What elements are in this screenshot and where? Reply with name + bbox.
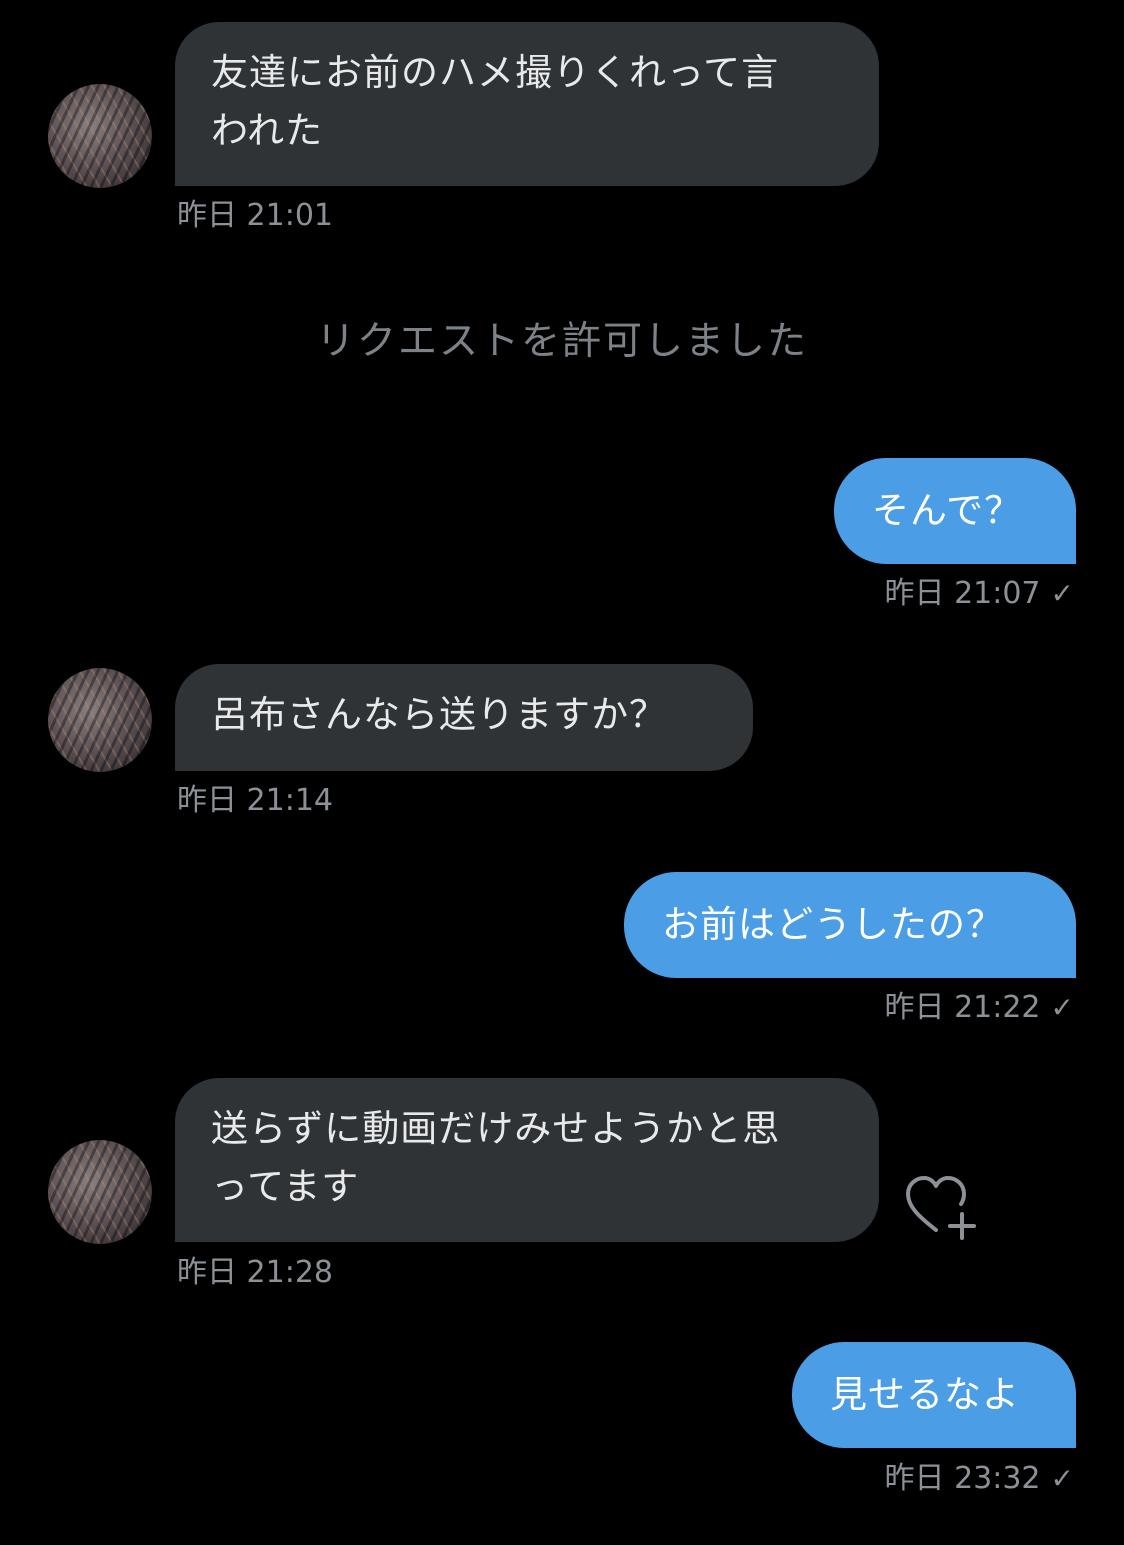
checkmark-icon: ✓ — [1050, 1462, 1074, 1495]
avatar[interactable] — [48, 1140, 152, 1244]
message-meta: 昨日 21:07 ✓ — [885, 576, 1074, 612]
message-timestamp: 昨日 21:01 — [177, 198, 333, 233]
outgoing-message-bubble[interactable]: お前はどうしたの？ — [624, 872, 1076, 978]
avatar[interactable] — [48, 84, 152, 188]
incoming-message-bubble[interactable]: 送らずに動画だけみせようかと思 ってます — [175, 1078, 879, 1242]
incoming-message-bubble[interactable]: 友達にお前のハメ撮りくれって言 われた — [175, 22, 879, 186]
heart-plus-icon[interactable] — [900, 1172, 980, 1242]
message-timestamp: 昨日 21:22 — [884, 990, 1041, 1025]
checkmark-icon: ✓ — [1050, 991, 1074, 1024]
avatar[interactable] — [48, 668, 152, 772]
message-timestamp: 昨日 23:32 — [884, 1461, 1041, 1496]
message-meta: 昨日 23:32 ✓ — [885, 1461, 1074, 1497]
outgoing-message-bubble[interactable]: そんで？ — [834, 458, 1076, 564]
system-notice: リクエストを許可しました — [315, 319, 808, 364]
outgoing-message-bubble[interactable]: 見せるなよ — [792, 1342, 1076, 1448]
checkmark-icon: ✓ — [1050, 577, 1074, 610]
message-timestamp: 昨日 21:14 — [177, 783, 333, 818]
incoming-message-bubble[interactable]: 呂布さんなら送りますか？ — [175, 664, 753, 771]
message-meta: 昨日 21:22 ✓ — [885, 990, 1074, 1026]
message-timestamp: 昨日 21:07 — [884, 576, 1041, 611]
message-timestamp: 昨日 21:28 — [177, 1255, 333, 1290]
